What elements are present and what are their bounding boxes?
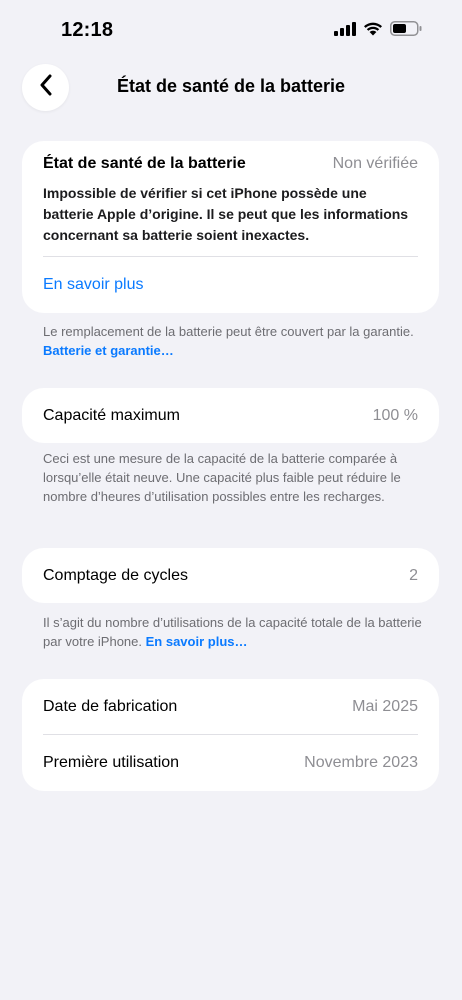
battery-health-description: Impossible de vérifier si cet iPhone pos…	[43, 185, 409, 243]
status-time: 12:18	[61, 19, 114, 41]
status-icons	[334, 21, 422, 41]
learn-more-link[interactable]: En savoir plus	[22, 257, 439, 313]
battery-icon	[390, 21, 422, 41]
dates-card: Date de fabrication Mai 2025 Première ut…	[22, 679, 439, 791]
capacity-footnote: Ceci est une mesure de la capacité de la…	[43, 451, 401, 504]
cycles-card: Comptage de cycles 2	[22, 548, 439, 603]
cycles-row: Comptage de cycles 2	[22, 548, 439, 603]
first-use-label: Première utilisation	[43, 754, 180, 771]
manufacture-date-label: Date de fabrication	[43, 697, 178, 715]
battery-health-title: État de santé de la batterie	[43, 155, 246, 172]
battery-warranty-link[interactable]: Batterie et garantie…	[43, 343, 174, 358]
capacity-card: Capacité maximum 100 %	[22, 388, 439, 443]
warranty-footnote-text: Le remplacement de la batterie peut être…	[43, 324, 414, 339]
page-title: État de santé de la batterie	[116, 76, 346, 96]
signal-icon	[334, 21, 356, 41]
cycles-label: Comptage de cycles	[43, 566, 188, 584]
capacity-label: Capacité maximum	[43, 406, 180, 424]
first-use-value: Novembre 2023	[304, 754, 418, 771]
cycles-value: 2	[409, 566, 418, 584]
first-use-row: Première utilisation Novembre 2023	[22, 735, 439, 791]
capacity-row: Capacité maximum 100 %	[22, 388, 439, 443]
manufacture-date-value: Mai 2025	[352, 697, 418, 715]
cycles-learn-more-link[interactable]: En savoir plus…	[146, 634, 248, 649]
capacity-value: 100 %	[372, 406, 418, 424]
battery-health-card: État de santé de la batterie Non vérifié…	[22, 141, 439, 313]
status-bar: 12:18	[0, 0, 462, 60]
wifi-icon	[363, 21, 383, 41]
warranty-footnote: Le remplacement de la batterie peut être…	[43, 322, 423, 360]
manufacture-date-row: Date de fabrication Mai 2025	[22, 679, 439, 734]
cycles-footnote: Il s’agit du nombre d’utilisations de la…	[43, 613, 423, 651]
battery-health-status: Non vérifiée	[332, 155, 418, 172]
battery-health-header: État de santé de la batterie Non vérifié…	[22, 141, 439, 173]
